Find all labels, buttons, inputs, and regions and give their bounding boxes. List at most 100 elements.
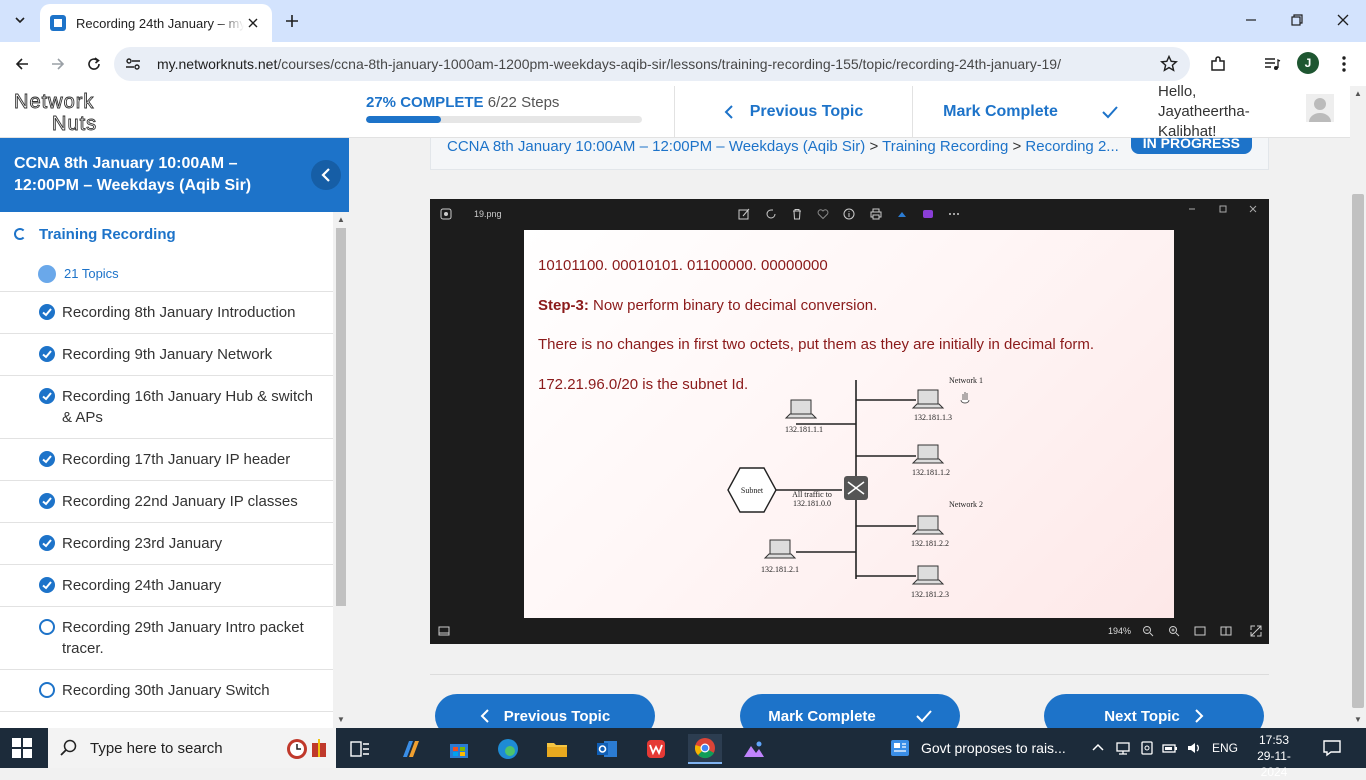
input-language[interactable]: ENG <box>1212 741 1238 755</box>
host-label: 132.181.1.3 <box>914 413 952 422</box>
next-topic-button[interactable]: Next Topic <box>1044 694 1264 728</box>
page-scroll-thumb[interactable] <box>1352 194 1364 708</box>
chrome-icon[interactable] <box>688 734 722 764</box>
media-controls-icon[interactable] <box>1261 53 1283 75</box>
mark-complete-label: Mark Complete <box>768 707 876 725</box>
slide-step-label: Step-3: <box>538 297 589 314</box>
topic-item[interactable]: Recording 23rd January <box>0 523 333 565</box>
topics-count[interactable]: 21 Topics <box>0 256 333 292</box>
host-label: 132.181.1.1 <box>785 425 823 434</box>
browser-menu-icon[interactable] <box>1333 53 1355 75</box>
chevron-right-icon <box>1195 709 1204 723</box>
bookmark-star-icon[interactable] <box>1160 55 1178 73</box>
edge-browser-icon[interactable] <box>491 734 525 764</box>
topic-item[interactable]: Recording 17th January IP header <box>0 439 333 481</box>
tab-close-icon[interactable] <box>244 14 262 32</box>
browser-tab-bar: Recording 24th January – my.networknuts.… <box>0 0 1366 42</box>
device-icon[interactable] <box>1139 740 1155 756</box>
scroll-down-arrow-icon[interactable]: ▼ <box>337 716 345 724</box>
completed-check-icon <box>39 388 55 404</box>
tab-title: Recording 24th January – my.networknuts.… <box>76 15 244 31</box>
network-nuts-logo[interactable]: Network Nuts <box>12 90 108 134</box>
chevron-left-icon <box>724 105 733 119</box>
topic-item[interactable]: Recording 8th January Introduction <box>0 292 333 334</box>
tab-search-dropdown-icon[interactable] <box>8 8 32 32</box>
wps-office-icon[interactable] <box>639 734 673 764</box>
url-host: my.networknuts.net <box>157 56 278 72</box>
forward-button[interactable] <box>44 50 72 78</box>
sidebar-scroll-thumb[interactable] <box>336 228 346 606</box>
breadcrumb-topic-link[interactable]: Recording 2... <box>1025 138 1118 155</box>
scroll-up-arrow-icon[interactable]: ▲ <box>337 216 345 224</box>
completed-check-icon <box>39 535 55 551</box>
breadcrumb: CCNA 8th January 10:00AM – 12:00PM – Wee… <box>447 138 1127 155</box>
microsoft-store-icon[interactable] <box>442 734 476 764</box>
slide-binary-line: 10101100. 00010101. 01100000. 00000000 <box>538 257 828 274</box>
checkmark-icon <box>1102 106 1118 119</box>
copilot-icon[interactable] <box>393 734 427 764</box>
topic-item-label: Recording 29th January Intro packet trac… <box>62 619 304 657</box>
extensions-icon[interactable] <box>1207 53 1229 75</box>
incomplete-circle-icon <box>39 682 55 698</box>
file-explorer-icon[interactable] <box>540 734 574 764</box>
news-widget[interactable]: Govt proposes to rais... <box>890 728 1066 768</box>
slide-step-line: Step-3: Now perform binary to decimal co… <box>538 297 877 314</box>
battery-icon[interactable] <box>1162 740 1178 756</box>
header-previous-topic-button[interactable]: Previous Topic <box>674 86 912 138</box>
topic-item-label: Recording 22nd January IP classes <box>62 493 298 510</box>
topic-item[interactable]: Recording 9th January Network <box>0 334 333 376</box>
close-window-button[interactable] <box>1320 0 1366 40</box>
back-button[interactable] <box>8 50 36 78</box>
tray-chevron-up-icon[interactable] <box>1090 740 1106 756</box>
network-2-label: Network 2 <box>949 500 983 509</box>
photo-viewer-toolbar: 19.png <box>430 199 1269 229</box>
restore-button[interactable] <box>1274 0 1320 40</box>
network-icon[interactable] <box>1115 740 1131 756</box>
topic-item[interactable]: Recording 22nd January IP classes <box>0 481 333 523</box>
page-scrollbar[interactable]: ▲ ▼ <box>1350 86 1366 728</box>
task-view-icon[interactable] <box>343 734 377 764</box>
breadcrumb-lesson-link[interactable]: Training Recording <box>882 138 1008 155</box>
topic-item[interactable]: Recording 16th January Hub & switch & AP… <box>0 376 333 439</box>
volume-icon[interactable] <box>1186 740 1202 756</box>
sidebar-scrollbar[interactable]: ▲ ▼ <box>333 212 349 728</box>
outlook-icon[interactable] <box>590 734 624 764</box>
search-placeholder: Type here to search <box>90 739 223 757</box>
video-player[interactable]: 19.png 10101100. 00010101. 01100000. 000… <box>430 199 1269 644</box>
address-bar[interactable]: my.networknuts.net/courses/ccna-8th-janu… <box>114 47 1190 81</box>
new-tab-button[interactable] <box>280 9 304 33</box>
user-avatar-icon[interactable] <box>1306 94 1334 122</box>
page-scroll-up-icon[interactable]: ▲ <box>1354 90 1362 98</box>
system-clock[interactable]: 17:53 29-11-2024 <box>1246 732 1302 780</box>
completed-check-icon <box>39 304 55 320</box>
profile-avatar[interactable]: J <box>1297 52 1319 74</box>
site-info-icon[interactable] <box>124 55 142 73</box>
photos-icon[interactable] <box>737 734 771 764</box>
completed-check-icon <box>39 346 55 362</box>
topics-dot-icon <box>38 264 56 283</box>
active-tab[interactable]: Recording 24th January – my.networknuts.… <box>40 4 272 42</box>
mark-complete-button[interactable]: Mark Complete <box>740 694 960 728</box>
page-scroll-down-icon[interactable]: ▼ <box>1354 716 1362 724</box>
topic-item[interactable]: Recording 24th January <box>0 565 333 607</box>
sidebar-collapse-button[interactable] <box>311 160 341 190</box>
taskbar-search-box[interactable]: Type here to search <box>48 728 336 768</box>
previous-topic-button[interactable]: Previous Topic <box>435 694 655 728</box>
fit-to-window-icon <box>1194 626 1206 636</box>
notifications-icon[interactable] <box>1322 738 1342 758</box>
lesson-section[interactable]: Training Recording <box>0 212 333 256</box>
news-icon <box>891 740 909 756</box>
hand-cursor-icon <box>960 392 970 404</box>
topic-item[interactable]: Recording 29th January Intro packet trac… <box>0 607 333 670</box>
windows-start-icon[interactable] <box>12 738 32 758</box>
topic-item[interactable]: Recording 30th January Switch <box>0 670 333 712</box>
browser-toolbar: my.networknuts.net/courses/ccna-8th-janu… <box>0 42 1366 86</box>
zoom-in-icon <box>1169 626 1180 637</box>
header-mark-complete-button[interactable]: Mark Complete <box>912 86 1148 138</box>
progress-steps: 6/22 Steps <box>487 94 560 111</box>
breadcrumb-course-link[interactable]: CCNA 8th January 10:00AM – 12:00PM – Wee… <box>447 138 865 155</box>
photos-app-icon <box>440 208 452 220</box>
minimize-button[interactable] <box>1228 0 1274 40</box>
url-text: my.networknuts.net/courses/ccna-8th-janu… <box>157 56 1061 72</box>
reload-button[interactable] <box>80 50 108 78</box>
